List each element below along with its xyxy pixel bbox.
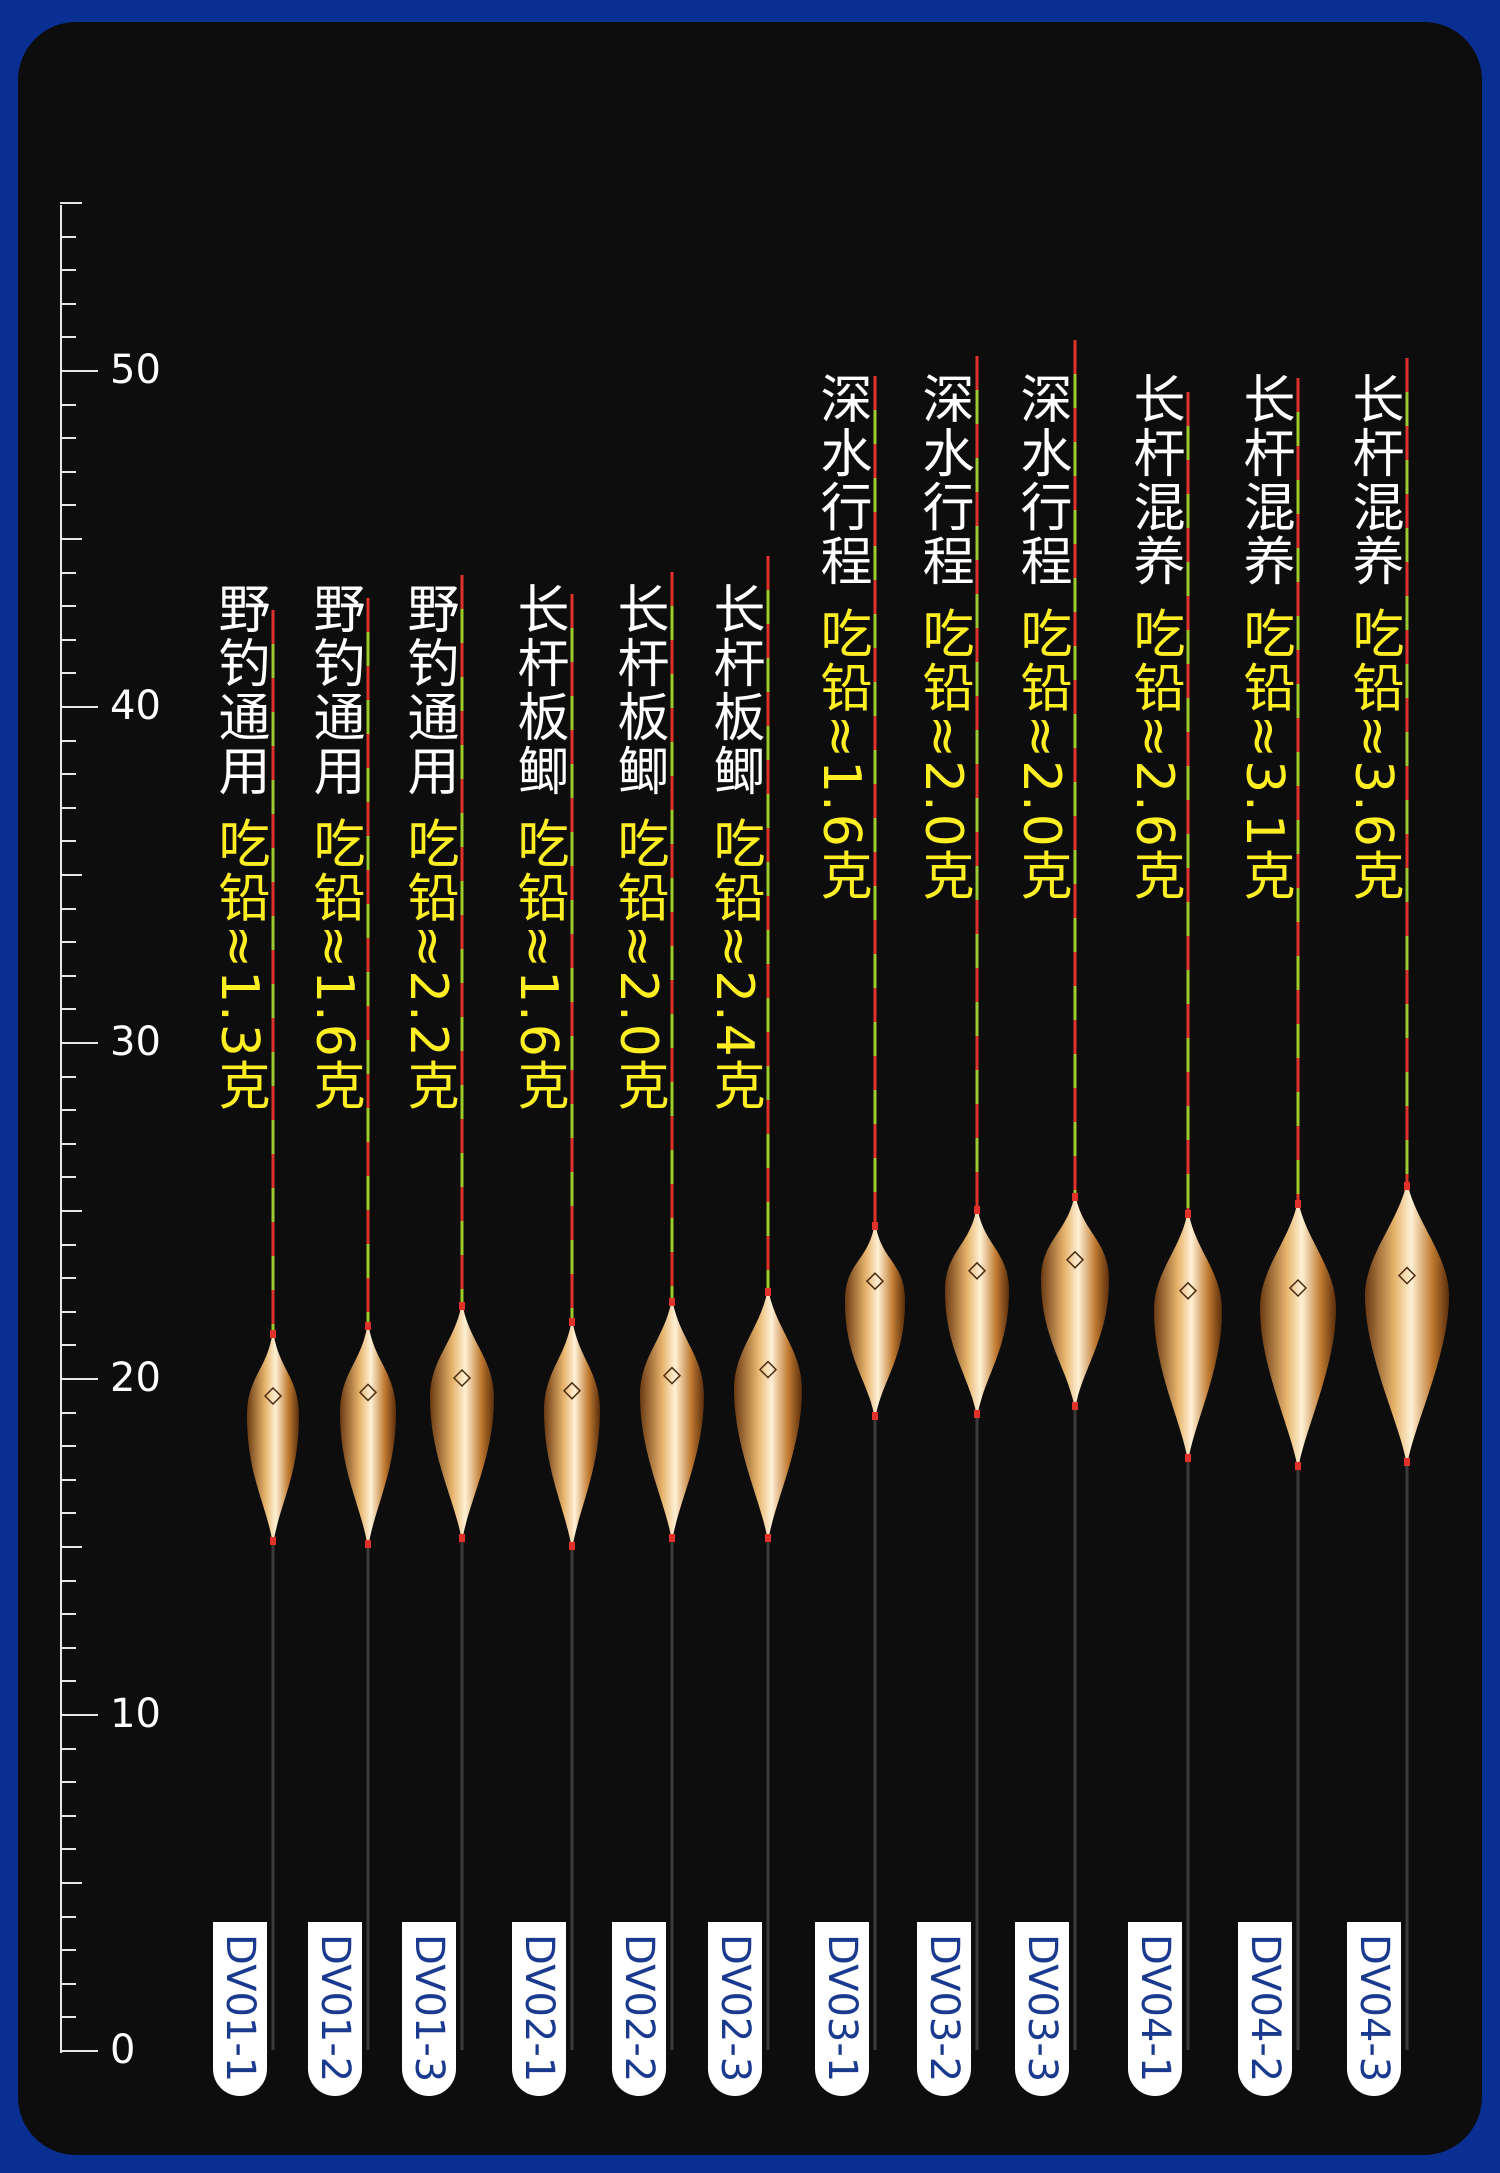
- float-ring: [569, 1318, 575, 1326]
- float-name: 长杆板鲫: [508, 582, 568, 798]
- float-ring: [872, 1412, 878, 1420]
- float-body: [1260, 1200, 1336, 1470]
- float-ring: [765, 1288, 771, 1296]
- float-ring: [459, 1302, 465, 1310]
- float-lead-weight: 吃铅≈1.6克: [508, 798, 568, 1113]
- float-ring: [1185, 1210, 1191, 1218]
- float-body: [1365, 1182, 1449, 1466]
- float-name: 深水行程: [811, 372, 871, 588]
- float-lead-weight: 吃铅≈3.1克: [1234, 588, 1294, 903]
- float-name: 长杆板鲫: [608, 582, 668, 798]
- float-lead-weight: 吃铅≈1.6克: [811, 588, 871, 903]
- float-lead-weight: 吃铅≈2.0克: [608, 798, 668, 1113]
- float-ring: [669, 1534, 675, 1542]
- float-label: 深水行程 吃铅≈2.0克: [913, 372, 973, 903]
- float-name: 深水行程: [913, 372, 973, 588]
- float-ring: [974, 1206, 980, 1214]
- float-name: 长杆混养: [1124, 372, 1184, 588]
- float-ring: [1404, 1458, 1410, 1466]
- float-body: [1154, 1210, 1222, 1462]
- float-body: [845, 1222, 905, 1420]
- float-name: 长杆混养: [1234, 372, 1294, 588]
- float-label: 长杆板鲫 吃铅≈1.6克: [508, 582, 568, 1113]
- float-name: 野钓通用: [209, 582, 269, 798]
- float-lineup: 野钓通用 吃铅≈1.3克 DV01-1 野钓通用 吃铅≈1.6克 DV01-2 野钓通用…: [0, 0, 1500, 2173]
- float-ring: [1295, 1462, 1301, 1470]
- float-body: [340, 1322, 396, 1548]
- float-lead-weight: 吃铅≈1.6克: [304, 798, 364, 1113]
- float-ring: [569, 1542, 575, 1550]
- float-code-tag: DV04-2: [1238, 1922, 1292, 2097]
- float-label: 长杆混养 吃铅≈3.6克: [1343, 372, 1403, 903]
- float-ring: [1404, 1182, 1410, 1190]
- float-body: [945, 1206, 1009, 1418]
- float-label: 长杆混养 吃铅≈3.1克: [1234, 372, 1294, 903]
- float-label: 长杆板鲫 吃铅≈2.4克: [704, 582, 764, 1113]
- float-body: [430, 1302, 494, 1542]
- float-code-tag: DV02-3: [708, 1922, 762, 2097]
- float-label: 深水行程 吃铅≈2.0克: [1011, 372, 1071, 903]
- float-label: 深水行程 吃铅≈1.6克: [811, 372, 871, 903]
- float-name: 野钓通用: [398, 582, 458, 798]
- float-code-tag: DV01-2: [308, 1922, 362, 2097]
- float-body: [247, 1330, 299, 1545]
- float-code-tag: DV03-2: [917, 1922, 971, 2097]
- float-code-tag: DV01-3: [402, 1922, 456, 2097]
- float-ring: [1295, 1200, 1301, 1208]
- float-lead-weight: 吃铅≈2.0克: [1011, 588, 1071, 903]
- float-lead-weight: 吃铅≈2.0克: [913, 588, 973, 903]
- float-label: 长杆混养 吃铅≈2.6克: [1124, 372, 1184, 903]
- float-label: 长杆板鲫 吃铅≈2.0克: [608, 582, 668, 1113]
- float-label: 野钓通用 吃铅≈2.2克: [398, 582, 458, 1113]
- float-ring: [270, 1330, 276, 1338]
- float-body: [640, 1298, 704, 1542]
- float-ring: [1072, 1193, 1078, 1201]
- float-name: 深水行程: [1011, 372, 1071, 588]
- float-ring: [270, 1537, 276, 1545]
- float-lead-weight: 吃铅≈2.4克: [704, 798, 764, 1113]
- float-ring: [365, 1322, 371, 1330]
- float-label: 野钓通用 吃铅≈1.6克: [304, 582, 364, 1113]
- float-ring: [765, 1534, 771, 1542]
- float-code-tag: DV03-1: [815, 1922, 869, 2097]
- float-body: [1041, 1193, 1109, 1410]
- float-name: 长杆混养: [1343, 372, 1403, 588]
- float-name: 长杆板鲫: [704, 582, 764, 798]
- float-ring: [1185, 1454, 1191, 1462]
- float-code-tag: DV02-2: [612, 1922, 666, 2097]
- float-ring: [872, 1222, 878, 1230]
- float-lead-weight: 吃铅≈2.6克: [1124, 588, 1184, 903]
- float-code-tag: DV02-1: [512, 1922, 566, 2097]
- float-code-tag: DV03-3: [1015, 1922, 1069, 2097]
- float-lead-weight: 吃铅≈2.2克: [398, 798, 458, 1113]
- float-body: [544, 1318, 600, 1550]
- float-code-tag: DV04-3: [1347, 1922, 1401, 2097]
- float-lead-weight: 吃铅≈3.6克: [1343, 588, 1403, 903]
- float-code-tag: DV04-1: [1128, 1922, 1182, 2097]
- float-ring: [974, 1410, 980, 1418]
- float-ring: [669, 1298, 675, 1306]
- float-lead-weight: 吃铅≈1.3克: [209, 798, 269, 1113]
- float-ring: [1072, 1402, 1078, 1410]
- float-name: 野钓通用: [304, 582, 364, 798]
- float-label: 野钓通用 吃铅≈1.3克: [209, 582, 269, 1113]
- float-body: [734, 1288, 802, 1542]
- float-code-tag: DV01-1: [213, 1922, 267, 2097]
- float-ring: [365, 1540, 371, 1548]
- float-ring: [459, 1534, 465, 1542]
